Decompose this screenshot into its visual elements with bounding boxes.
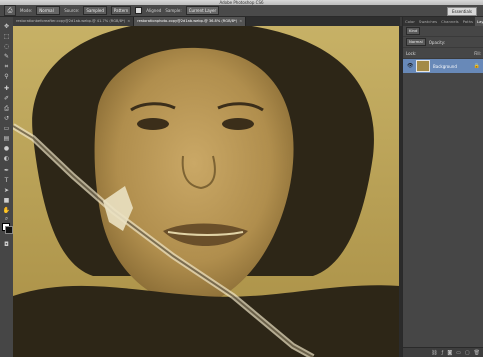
pattern-button[interactable]: Pattern	[110, 6, 132, 15]
type-icon[interactable]: T	[2, 177, 11, 185]
sampled-button[interactable]: Sampled	[83, 6, 107, 15]
fx-icon[interactable]: ƒ	[442, 350, 444, 356]
quick-select-icon[interactable]: ✎	[2, 53, 11, 61]
eyedropper-icon[interactable]: ⚲	[2, 73, 11, 81]
blend-mode-select[interactable]: Normal	[406, 38, 426, 46]
crop-icon[interactable]: ⌗	[2, 63, 11, 71]
workspace-button[interactable]: Essentials	[446, 7, 477, 16]
clone-stamp-icon[interactable]: ⎙	[4, 5, 16, 16]
zoom-icon[interactable]: ⌕	[2, 215, 11, 223]
path-select-icon[interactable]: ➤	[2, 187, 11, 195]
mask-icon[interactable]: ◙	[447, 350, 452, 356]
tab-layers[interactable]: Layers	[474, 17, 483, 26]
link-icon[interactable]: ⛓	[431, 350, 437, 356]
shape-icon[interactable]: ■	[2, 197, 11, 205]
layer-thumbnail	[416, 60, 430, 72]
photo-image	[13, 26, 400, 357]
history-brush-icon[interactable]: ↺	[2, 115, 11, 123]
document-tab[interactable]: restorationbeforeafter.copy@2d1ab.webp.@…	[13, 17, 135, 26]
blur-icon[interactable]: ●	[2, 145, 11, 153]
layer-name: Background	[433, 63, 457, 69]
eye-icon[interactable]: 👁	[407, 63, 413, 69]
lock-row: Lock: Fill:	[403, 48, 483, 59]
new-layer-icon[interactable]: ▢	[465, 350, 470, 356]
kind-filter-select[interactable]: Kind	[406, 27, 421, 35]
lasso-icon[interactable]: ◌	[2, 43, 11, 51]
tools-panel: ✥ ⬚ ◌ ✎ ⌗ ⚲ ✚ ✐ ⎙ ↺ ▭ ▤ ● ◐ ✒ T ➤ ■ ✋ ⌕ …	[0, 17, 14, 357]
layer-filter-row: Kind	[403, 26, 483, 37]
brush-icon[interactable]: ✐	[2, 95, 11, 103]
layers-panel: Color Swatches Channels Paths Layers Kin…	[402, 17, 483, 357]
document-tabs: restorationbeforeafter.copy@2d1ab.webp.@…	[13, 17, 400, 26]
tab-paths[interactable]: Paths	[461, 17, 475, 26]
quick-mask-icon[interactable]: ◘	[2, 241, 11, 249]
mode-label: Mode:	[20, 8, 33, 13]
tab-swatches[interactable]: Swatches	[417, 17, 439, 26]
move-icon[interactable]: ✥	[2, 23, 11, 31]
opacity-label: Opacity:	[428, 39, 446, 45]
hand-icon[interactable]: ✋	[2, 207, 11, 215]
close-icon[interactable]: ×	[127, 19, 130, 23]
pen-icon[interactable]: ✒	[2, 167, 11, 175]
fill-label: Fill:	[474, 50, 481, 56]
options-bar: ⎙ Mode: Normal Source: Sampled Pattern A…	[0, 5, 483, 17]
aligned-label: Aligned	[146, 8, 162, 13]
marquee-icon[interactable]: ⬚	[2, 33, 11, 41]
trash-icon[interactable]: 🗑	[474, 350, 480, 356]
source-label: Source:	[64, 8, 80, 13]
folder-icon[interactable]: ▭	[456, 350, 461, 356]
aligned-checkbox[interactable]	[135, 7, 143, 14]
layers-panel-footer: ⛓ ƒ ◙ ▭ ▢ 🗑	[403, 347, 483, 357]
layer-row[interactable]: 👁 Background 🔒	[403, 59, 483, 73]
background-color-swatch[interactable]	[5, 226, 13, 234]
sample-select[interactable]: Current Layer	[185, 6, 220, 15]
tab-channels[interactable]: Channels	[439, 17, 461, 26]
clone-stamp-icon[interactable]: ⎙	[2, 105, 11, 113]
gradient-icon[interactable]: ▤	[2, 135, 11, 143]
document-tab-active[interactable]: restorationphoto-copy@2d1ab.webp.@ 36.8%…	[134, 17, 247, 26]
document-tab-label: restorationbeforeafter.copy@2d1ab.webp.@…	[16, 19, 126, 23]
eraser-icon[interactable]: ▭	[2, 125, 11, 133]
lock-icon: 🔒	[473, 63, 480, 69]
dodge-icon[interactable]: ◐	[2, 155, 11, 163]
close-icon[interactable]: ×	[239, 19, 242, 23]
mode-select[interactable]: Normal	[36, 6, 61, 15]
healing-icon[interactable]: ✚	[2, 85, 11, 93]
panel-tab-bar: Color Swatches Channels Paths Layers	[403, 17, 483, 26]
tab-color[interactable]: Color	[403, 17, 417, 26]
blend-row: Normal Opacity:	[403, 37, 483, 48]
lock-label: Lock:	[406, 50, 417, 56]
document-canvas[interactable]	[13, 26, 400, 357]
document-tab-label: restorationphoto-copy@2d1ab.webp.@ 36.8%…	[137, 19, 238, 23]
sample-label: Sample:	[165, 8, 182, 13]
